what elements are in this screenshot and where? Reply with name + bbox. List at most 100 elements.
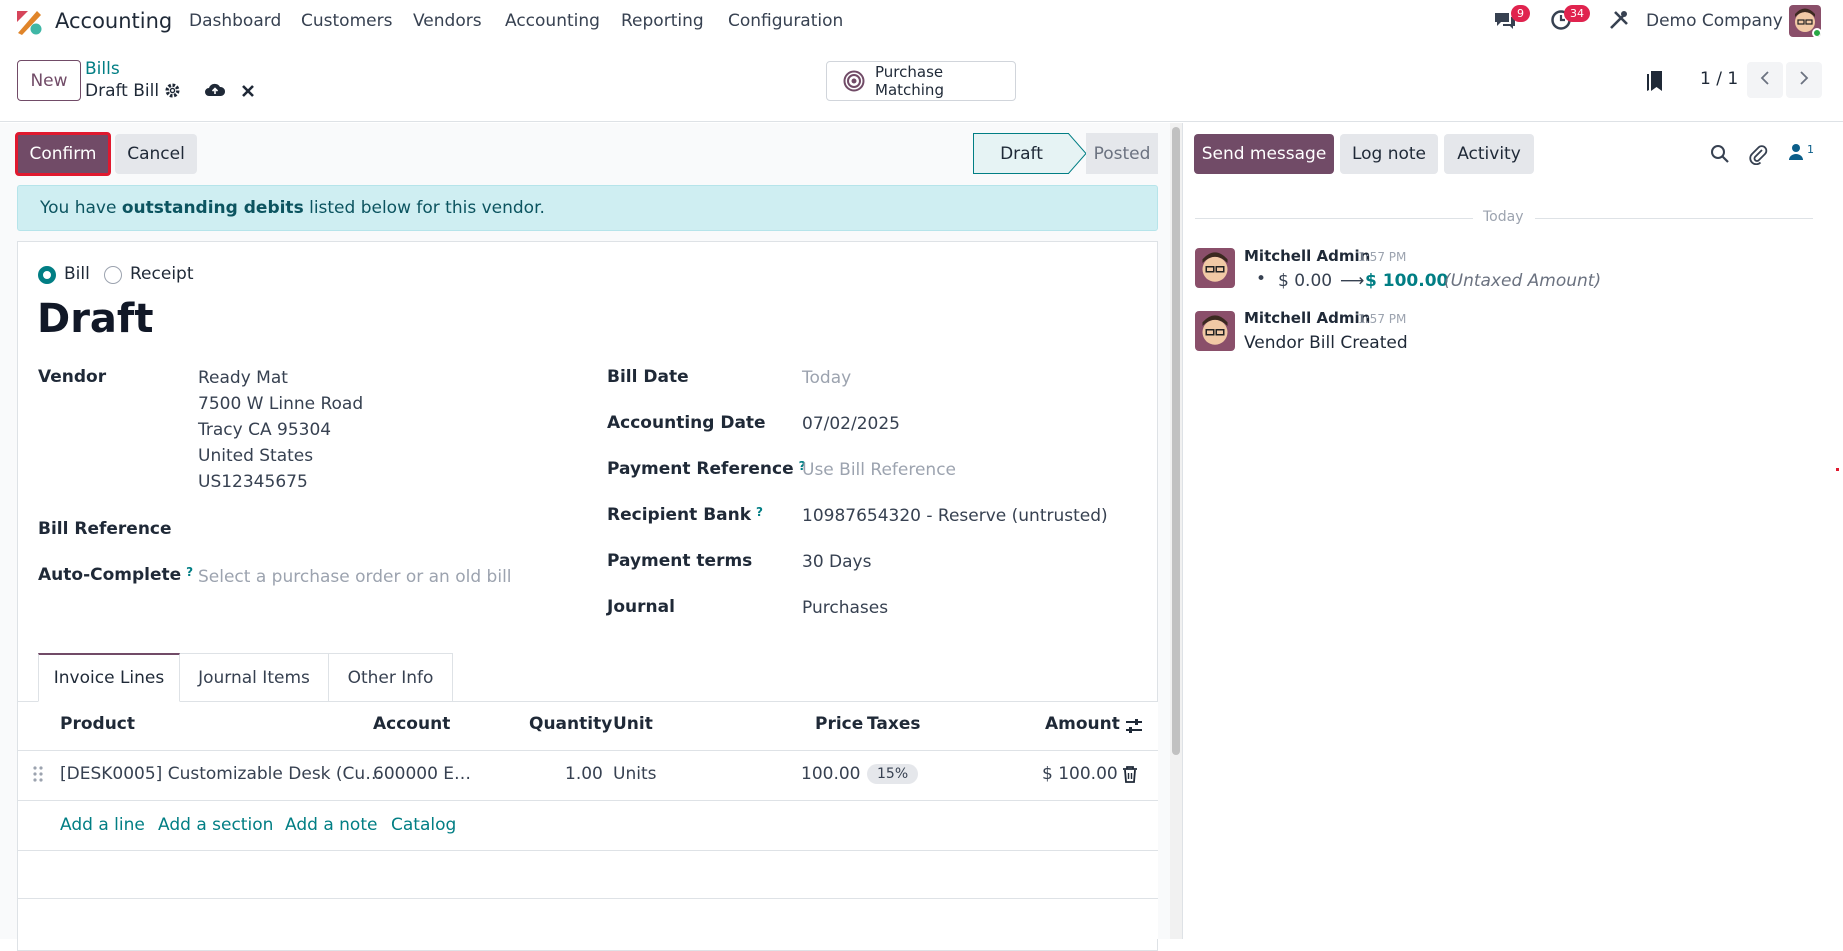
payment-reference-input[interactable]: Use Bill Reference [802, 460, 956, 480]
column-quantity[interactable]: Quantity [529, 714, 612, 734]
add-note-link[interactable]: Add a note [285, 815, 377, 835]
tab-other-info[interactable]: Other Info [329, 653, 453, 702]
line-amount: $ 100.00 [1042, 764, 1118, 784]
add-section-link[interactable]: Add a section [158, 815, 273, 835]
gear-icon[interactable] [164, 82, 181, 104]
column-product[interactable]: Product [60, 714, 135, 734]
status-posted[interactable]: Posted [1086, 133, 1158, 174]
followers-button[interactable]: 1 [1788, 143, 1814, 166]
radio-receipt-label[interactable]: Receipt [130, 264, 194, 284]
radio-receipt[interactable] [104, 266, 122, 284]
avatar[interactable] [1195, 248, 1235, 288]
paperclip-icon[interactable] [1748, 143, 1768, 170]
tracking-field-name: (Untaxed Amount) [1444, 271, 1602, 291]
message-author[interactable]: Mitchell Admin [1244, 309, 1370, 327]
record-title: Draft [37, 296, 154, 342]
recipient-bank-help[interactable]: ? [756, 505, 763, 519]
user-avatar[interactable] [1789, 5, 1821, 37]
alert-suffix: listed below for this vendor. [303, 198, 545, 218]
vendor-address-line: United States [198, 446, 314, 466]
auto-complete-input[interactable]: Select a purchase order or an old bill [198, 567, 512, 587]
vendor-address-line: US12345675 [198, 472, 308, 492]
bookmark-icon[interactable] [1646, 70, 1664, 97]
save-cloud-icon[interactable] [204, 81, 226, 104]
tracking-arrow: ⟶ [1340, 271, 1365, 291]
date-divider-right [1535, 218, 1813, 219]
record-name: Draft Bill [85, 81, 160, 101]
message-author[interactable]: Mitchell Admin [1244, 247, 1370, 265]
form-scrollbar-track[interactable] [1170, 123, 1182, 939]
date-separator: Today [1483, 209, 1524, 225]
menu-customers[interactable]: Customers [301, 11, 392, 31]
line-unit[interactable]: Units [613, 764, 656, 784]
line-tax-badge[interactable]: 15% [867, 764, 919, 784]
bill-reference-label: Bill Reference [38, 519, 172, 539]
optional-columns-sliders-icon[interactable] [1125, 717, 1143, 740]
discard-close-icon[interactable] [241, 83, 255, 103]
bill-reference-input[interactable] [198, 515, 568, 543]
bill-date-input[interactable]: Today [802, 368, 851, 388]
alert-outstanding-debits-link[interactable]: outstanding debits [122, 198, 304, 218]
avatar[interactable] [1195, 311, 1235, 351]
column-unit[interactable]: Unit [613, 714, 653, 734]
send-message-button[interactable]: Send message [1194, 134, 1334, 174]
line-price[interactable]: 100.00 [801, 764, 860, 784]
search-icon[interactable] [1710, 144, 1730, 169]
alert-prefix: You have [40, 198, 122, 218]
accounting-date-input[interactable]: 07/02/2025 [802, 414, 900, 434]
breadcrumb-bills[interactable]: Bills [85, 59, 120, 79]
pager-value[interactable]: 1 / 1 [1700, 69, 1738, 89]
form-scrollbar-thumb[interactable] [1172, 127, 1180, 755]
company-switcher[interactable]: Demo Company [1646, 11, 1783, 31]
menu-configuration[interactable]: Configuration [728, 11, 843, 31]
line-quantity[interactable]: 1.00 [565, 764, 603, 784]
tab-journal-items[interactable]: Journal Items [180, 653, 329, 702]
column-account[interactable]: Account [373, 714, 450, 734]
date-divider-left [1195, 218, 1473, 219]
catalog-link[interactable]: Catalog [391, 815, 456, 835]
status-draft[interactable]: Draft [973, 133, 1069, 174]
menu-vendors[interactable]: Vendors [413, 11, 482, 31]
radio-bill-label[interactable]: Bill [64, 264, 90, 284]
message-body: Vendor Bill Created [1244, 333, 1408, 353]
auto-complete-help[interactable]: ? [186, 565, 193, 579]
purchase-matching-button[interactable]: Purchase Matching [826, 61, 1016, 101]
top-navbar: Accounting Dashboard Customers Vendors A… [0, 0, 1843, 42]
new-button[interactable]: New [17, 60, 81, 101]
payment-terms-input[interactable]: 30 Days [802, 552, 871, 572]
debug-tools-icon[interactable] [1608, 9, 1630, 36]
app-name[interactable]: Accounting [55, 9, 172, 33]
column-price[interactable]: Price [815, 714, 863, 734]
column-amount[interactable]: Amount [1045, 714, 1120, 734]
radio-bill[interactable] [38, 266, 56, 284]
journal-input[interactable]: Purchases [802, 598, 888, 618]
vendor-name[interactable]: Ready Mat [198, 368, 288, 388]
tab-invoice-lines[interactable]: Invoice Lines [38, 653, 180, 702]
line-product[interactable]: [DESK0005] Customizable Desk (Cu… [60, 764, 382, 784]
recipient-bank-input[interactable]: 10987654320 - Reserve (untrusted) [802, 506, 1108, 526]
add-line-link[interactable]: Add a line [60, 815, 145, 835]
log-note-button[interactable]: Log note [1340, 134, 1438, 174]
followers-count: 1 [1807, 143, 1814, 156]
purchase-matching-label: Purchase Matching [875, 63, 944, 99]
trash-icon[interactable] [1122, 765, 1138, 788]
chatter: Send message Log note Activity 1 Today M… [1182, 123, 1843, 939]
activity-button[interactable]: Activity [1444, 134, 1534, 174]
pager-next-button[interactable] [1786, 62, 1822, 98]
pager-previous-button[interactable] [1747, 62, 1783, 98]
menu-dashboard[interactable]: Dashboard [189, 11, 281, 31]
table-empty-row [18, 899, 1158, 939]
line-account[interactable]: 600000 E… [373, 764, 471, 784]
cancel-button[interactable]: Cancel [115, 134, 197, 174]
message-time: 1:57 PM [1358, 312, 1407, 326]
accounting-app-icon[interactable] [15, 8, 43, 36]
tracking-new-value: $ 100.00 [1365, 271, 1449, 291]
payment-terms-label: Payment terms [607, 551, 753, 571]
menu-reporting[interactable]: Reporting [621, 11, 704, 31]
vendor-label: Vendor [38, 367, 107, 387]
bullet: • [1256, 269, 1267, 289]
column-taxes[interactable]: Taxes [867, 714, 921, 734]
confirm-button[interactable]: Confirm [15, 132, 111, 176]
menu-accounting[interactable]: Accounting [505, 11, 600, 31]
drag-handle-icon[interactable] [32, 765, 44, 788]
